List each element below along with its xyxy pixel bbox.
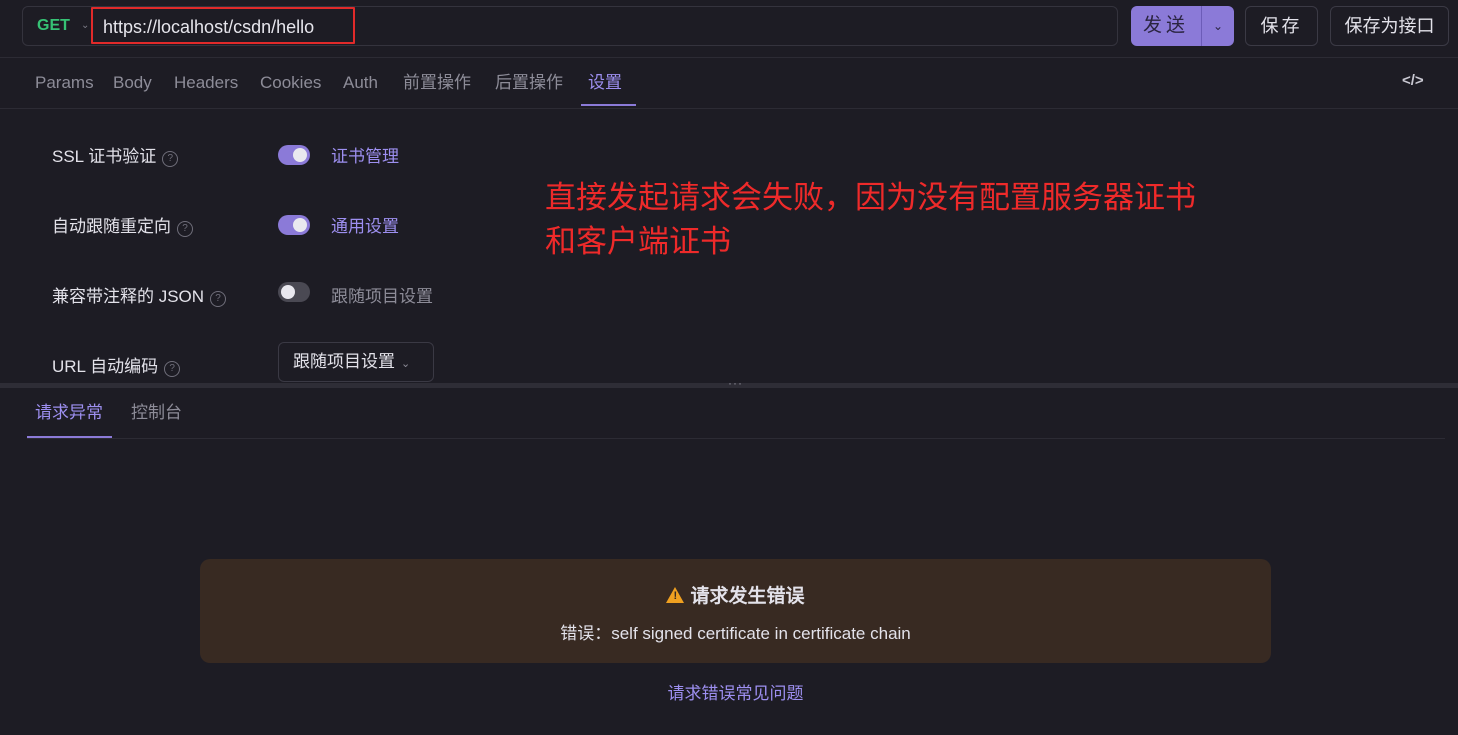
divider xyxy=(27,438,1445,439)
save-as-api-button[interactable]: 保存为接口 xyxy=(1330,6,1449,46)
tab-headers[interactable]: Headers xyxy=(174,58,238,108)
annotation-highlight-box xyxy=(91,7,355,44)
setting-label-redirect: 自动跟随重定向? xyxy=(52,212,193,237)
method-select[interactable]: GET xyxy=(37,7,70,45)
cert-management-link[interactable]: 证书管理 xyxy=(331,142,399,167)
send-button-group: 发送 ⌄ xyxy=(1131,6,1234,46)
ssl-verify-toggle[interactable] xyxy=(278,145,310,165)
error-message: 错误：self signed certificate in certificat… xyxy=(560,624,911,643)
tab-request-error[interactable]: 请求异常 xyxy=(35,388,103,438)
help-icon[interactable]: ? xyxy=(162,151,179,167)
tab-console[interactable]: 控制台 xyxy=(131,388,182,438)
general-settings-link[interactable]: 通用设置 xyxy=(331,212,399,237)
chevron-down-icon: ⌄ xyxy=(401,358,411,370)
request-error-faq-link[interactable]: 请求错误常见问题 xyxy=(0,679,1458,704)
toggle-knob xyxy=(281,285,295,299)
setting-label-ssl: SSL 证书验证? xyxy=(52,142,179,167)
annotation-line-2: 和客户端证书 xyxy=(545,224,731,259)
setting-label-url-encode: URL 自动编码? xyxy=(52,352,181,377)
warning-icon: ! xyxy=(666,587,685,603)
save-button[interactable]: 保存 xyxy=(1245,6,1318,46)
toggle-knob xyxy=(293,148,307,162)
send-options-chevron-icon[interactable]: ⌄ xyxy=(1201,6,1234,46)
tab-auth[interactable]: Auth xyxy=(343,58,378,108)
code-icon[interactable]: </> xyxy=(1402,72,1424,92)
json-comments-toggle[interactable] xyxy=(278,282,310,302)
help-icon[interactable]: ? xyxy=(177,221,193,237)
error-title: ! 请求发生错误 xyxy=(200,581,1271,608)
help-icon[interactable]: ? xyxy=(164,361,181,377)
url-encode-select[interactable]: 跟随项目设置 ⌄ xyxy=(278,342,434,382)
tab-post-operations[interactable]: 后置操作 xyxy=(495,58,563,108)
tab-cookies[interactable]: Cookies xyxy=(260,58,321,108)
annotation-text: 直接发起请求会失败，因为没有配置服务器证书 和客户端证书 xyxy=(545,176,1285,264)
setting-label-json-comments: 兼容带注释的 JSON? xyxy=(52,282,227,307)
follow-project-settings-text: 跟随项目设置 xyxy=(331,287,433,306)
toggle-knob xyxy=(293,218,307,232)
request-tabs: Params Body Headers Cookies Auth 前置操作 后置… xyxy=(0,57,1458,109)
request-bar: GET ⌄ https://localhost/csdn/hello 发送 ⌄ … xyxy=(0,0,1458,56)
response-tabs: 请求异常 控制台 xyxy=(0,388,1458,438)
annotation-line-1: 直接发起请求会失败，因为没有配置服务器证书 xyxy=(545,180,1196,215)
send-button[interactable]: 发送 xyxy=(1131,6,1201,46)
help-icon[interactable]: ? xyxy=(210,291,227,307)
tab-body[interactable]: Body xyxy=(113,58,152,108)
tab-pre-operations[interactable]: 前置操作 xyxy=(403,58,471,108)
chevron-down-icon[interactable]: ⌄ xyxy=(81,7,89,45)
active-tab-indicator xyxy=(581,104,636,106)
tab-params[interactable]: Params xyxy=(35,58,94,108)
tab-settings[interactable]: 设置 xyxy=(588,58,622,108)
error-card: ! 请求发生错误 错误：self signed certificate in ce… xyxy=(200,559,1271,663)
follow-redirect-toggle[interactable] xyxy=(278,215,310,235)
